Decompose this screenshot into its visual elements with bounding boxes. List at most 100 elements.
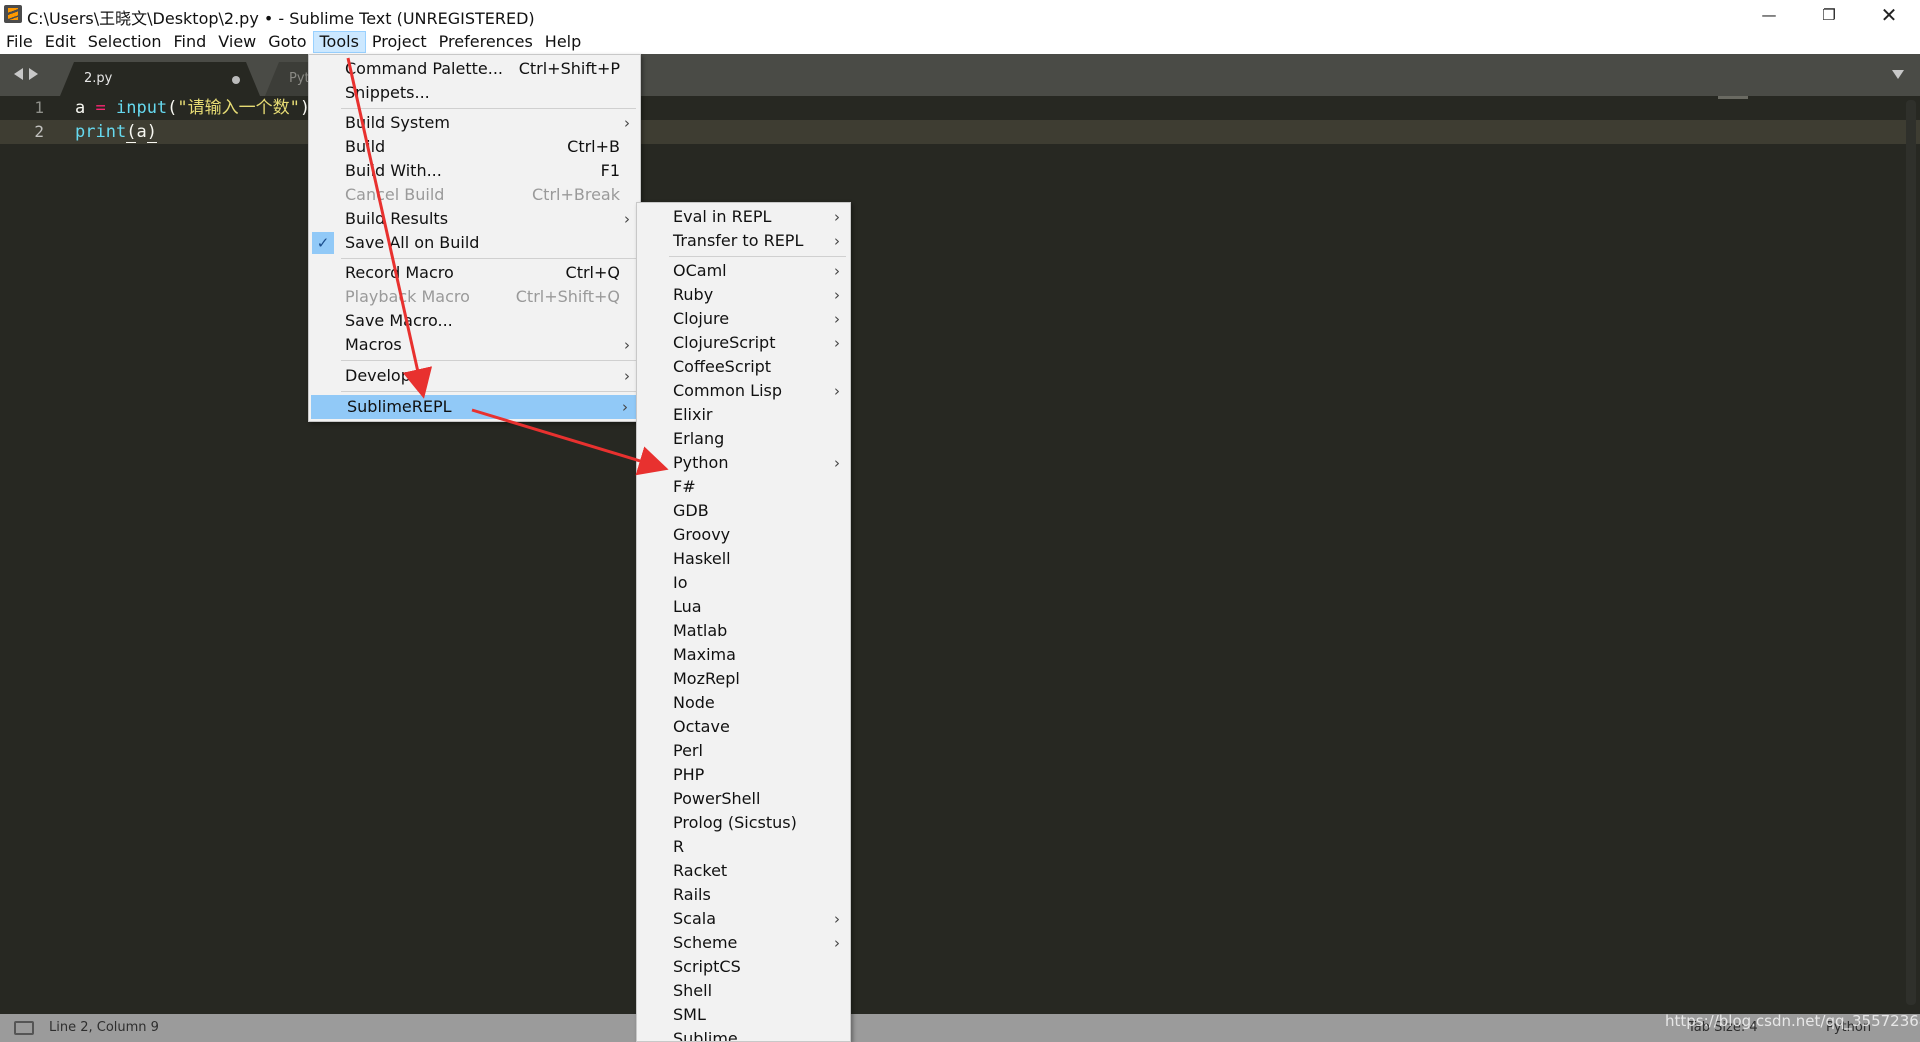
menu-item-build-results[interactable]: Build Results › [309,207,640,231]
menu-item-rails[interactable]: Rails [637,883,850,907]
line-number: 1 [34,98,44,117]
menu-item-node[interactable]: Node [637,691,850,715]
submenu-chevron-icon: › [834,382,840,400]
minimize-button[interactable]: — [1740,0,1798,30]
menu-item-groovy[interactable]: Groovy [637,523,850,547]
menu-item-build-with[interactable]: Build With... F1 [309,159,640,183]
menu-item-macros[interactable]: Macros › [309,333,640,357]
menu-item-transfer-to-repl[interactable]: Transfer to REPL › [637,229,850,253]
menu-item-sublimerepl[interactable]: SublimeREPL › [311,395,638,419]
menu-selection[interactable]: Selection [82,31,168,53]
tab-prev-arrow-icon[interactable] [14,68,23,80]
menu-item-io[interactable]: Io [637,571,850,595]
menu-item-clojurescript[interactable]: ClojureScript › [637,331,850,355]
submenu-chevron-icon: › [624,210,630,228]
vertical-scrollbar[interactable] [1906,100,1916,1005]
tab-next-arrow-icon[interactable] [29,68,38,80]
menu-help[interactable]: Help [539,31,587,53]
menu-bar: File Edit Selection Find View Goto Tools… [0,30,1920,54]
menu-item-mozrepl[interactable]: MozRepl [637,667,850,691]
menu-item-scala[interactable]: Scala › [637,907,850,931]
menu-separator [341,258,636,259]
menu-item-maxima[interactable]: Maxima [637,643,850,667]
submenu-chevron-icon: › [834,334,840,352]
menu-item-command-palette[interactable]: Command Palette... Ctrl+Shift+P [309,57,640,81]
submenu-chevron-icon: › [624,336,630,354]
menu-item-sublime[interactable]: Sublime [637,1027,850,1041]
menu-edit[interactable]: Edit [39,31,82,53]
code-line-1: a = input("请输入一个数") [75,98,311,118]
menu-item-php[interactable]: PHP [637,763,850,787]
maximize-button[interactable]: ❐ [1800,0,1858,30]
menu-item-sml[interactable]: SML [637,1003,850,1027]
submenu-chevron-icon: › [834,454,840,472]
sublimerepl-submenu: Eval in REPL › Transfer to REPL › OCaml › R… [636,202,851,1042]
tab-overflow-chevron-icon[interactable] [1892,70,1904,79]
menu-tools[interactable]: Tools [312,31,366,53]
menu-separator [341,360,636,361]
code-line-2: print(a) [75,122,157,143]
menu-item-gdb[interactable]: GDB [637,499,850,523]
menu-item-snippets[interactable]: Snippets... [309,81,640,105]
menu-item-coffeescript[interactable]: CoffeeScript [637,355,850,379]
menu-item-perl[interactable]: Perl [637,739,850,763]
tools-menu: Command Palette... Ctrl+Shift+P Snippets.… [308,54,641,422]
menu-item-fsharp[interactable]: F# [637,475,850,499]
menu-preferences[interactable]: Preferences [433,31,539,53]
unsaved-dot-icon[interactable] [232,76,240,84]
menu-item-erlang[interactable]: Erlang [637,427,850,451]
watermark: https://blog.csdn.net/qq_35572368 [1665,1012,1920,1030]
menu-item-python[interactable]: Python › [637,451,850,475]
menu-item-scheme[interactable]: Scheme › [637,931,850,955]
checkmark-icon: ✓ [312,232,334,254]
menu-item-r[interactable]: R [637,835,850,859]
menu-item-build[interactable]: Build Ctrl+B [309,135,640,159]
code-editor[interactable]: a = input("请输入一个数") print(a) [75,96,310,144]
menu-project[interactable]: Project [366,31,433,53]
menu-item-common-lisp[interactable]: Common Lisp › [637,379,850,403]
menu-item-save-all-on-build[interactable]: ✓ Save All on Build [309,231,640,255]
menu-find[interactable]: Find [168,31,213,53]
tab-navigation [14,68,38,80]
menu-item-matlab[interactable]: Matlab [637,619,850,643]
menu-item-build-system[interactable]: Build System › [309,111,640,135]
menu-item-eval-in-repl[interactable]: Eval in REPL › [637,205,850,229]
menu-item-save-macro[interactable]: Save Macro... [309,309,640,333]
menu-item-clojure[interactable]: Clojure › [637,307,850,331]
submenu-chevron-icon: › [624,367,630,385]
panel-toggle-icon[interactable] [14,1021,34,1035]
minimap[interactable] [1718,96,1748,99]
menu-item-scriptcs[interactable]: ScriptCS [637,955,850,979]
close-button[interactable]: ✕ [1860,0,1918,30]
menu-item-elixir[interactable]: Elixir [637,403,850,427]
submenu-chevron-icon: › [834,910,840,928]
menu-item-developer[interactable]: Developer › [309,364,640,388]
tab-2py[interactable]: 2.py [60,62,260,96]
menu-item-octave[interactable]: Octave [637,715,850,739]
title-bar: C:\Users\王晓文\Desktop\2.py • - Sublime Te… [0,0,1920,30]
menu-item-haskell[interactable]: Haskell [637,547,850,571]
submenu-chevron-icon: › [834,286,840,304]
menu-item-powershell[interactable]: PowerShell [637,787,850,811]
annotation-arrows [346,57,669,476]
menu-goto[interactable]: Goto [262,31,312,53]
menu-item-racket[interactable]: Racket [637,859,850,883]
menu-item-ocaml[interactable]: OCaml › [637,259,850,283]
submenu-chevron-icon: › [622,398,628,416]
submenu-chevron-icon: › [834,262,840,280]
submenu-chevron-icon: › [834,232,840,250]
line-number-gutter: 1 2 [0,96,60,144]
menu-item-prolog[interactable]: Prolog (Sicstus) [637,811,850,835]
menu-item-record-macro[interactable]: Record Macro Ctrl+Q [309,261,640,285]
menu-item-shell[interactable]: Shell [637,979,850,1003]
submenu-chevron-icon: › [834,934,840,952]
menu-item-lua[interactable]: Lua [637,595,850,619]
menu-separator [341,391,636,392]
sublime-app-icon [4,5,22,23]
tab-label: Pyt [289,71,310,86]
menu-item-ruby[interactable]: Ruby › [637,283,850,307]
tab-label: 2.py [84,71,113,86]
tab-bar: Pyt 2.py [0,54,1920,96]
menu-file[interactable]: File [0,31,39,53]
menu-view[interactable]: View [212,31,262,53]
